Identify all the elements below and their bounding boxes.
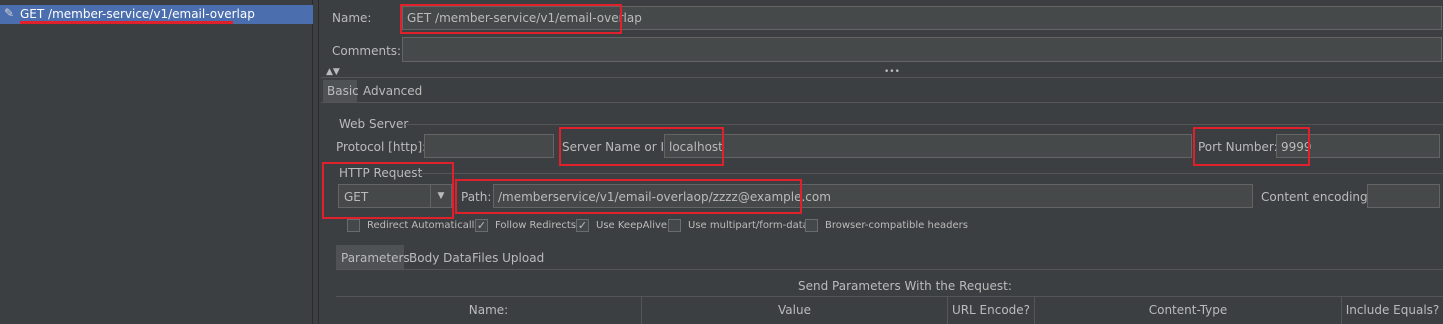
tab-files-upload[interactable]: Files Upload xyxy=(472,251,544,265)
browser-compatible-checkbox[interactable] xyxy=(805,219,818,232)
column-header-value[interactable]: Value xyxy=(642,297,948,324)
column-header-include-equals[interactable]: Include Equals? xyxy=(1342,297,1443,324)
annotation-box-name xyxy=(400,4,622,34)
protocol-input[interactable] xyxy=(424,134,554,158)
split-pane-divider[interactable] xyxy=(313,0,319,324)
params-caption: Send Parameters With the Request: xyxy=(798,279,1012,293)
redirect-automatically-checkbox[interactable] xyxy=(347,219,360,232)
name-label: Name: xyxy=(332,11,372,25)
tab-basic-label: Basic xyxy=(327,84,359,98)
annotation-box-port xyxy=(1193,127,1310,166)
use-keepalive-label: Use KeepAlive xyxy=(596,220,668,231)
annotation-underline xyxy=(20,21,233,24)
content-encoding-label: Content encoding: xyxy=(1261,190,1372,204)
follow-redirects-label: Follow Redirects xyxy=(495,220,576,231)
tab-separator xyxy=(321,102,1443,103)
tab-advanced[interactable]: Advanced xyxy=(363,84,422,98)
web-server-title: Web Server xyxy=(339,117,409,131)
tab-body-data[interactable]: Body Data xyxy=(409,251,472,265)
use-multipart-label: Use multipart/form-data xyxy=(688,220,809,231)
use-keepalive-checkbox[interactable]: ✓ xyxy=(576,219,589,232)
tree-item-label: GET /member-service/v1/email-overlap xyxy=(20,7,255,21)
annotation-box-server xyxy=(559,127,724,166)
collapse-arrows-icon[interactable]: ▲▼ xyxy=(326,67,340,77)
use-multipart-checkbox[interactable] xyxy=(668,219,681,232)
web-server-group-line xyxy=(405,124,1443,125)
drag-handle-icon[interactable]: ••• xyxy=(884,67,900,77)
annotation-box-path xyxy=(455,179,802,214)
http-request-group-line xyxy=(418,173,1443,174)
annotation-box-http-request xyxy=(322,162,454,219)
content-encoding-input[interactable] xyxy=(1367,184,1440,208)
param-tab-separator xyxy=(336,269,1443,270)
redirect-automatically-label: Redirect Automatically xyxy=(367,220,481,231)
tab-parameters-label: Parameters xyxy=(341,251,410,265)
comments-label: Comments: xyxy=(332,44,402,58)
pencil-icon: ✎ xyxy=(3,6,15,20)
column-header-content-type[interactable]: Content-Type xyxy=(1035,297,1342,324)
follow-redirects-checkbox[interactable]: ✓ xyxy=(475,219,488,232)
split-line xyxy=(321,77,1443,78)
column-header-url-encode[interactable]: URL Encode? xyxy=(948,297,1035,324)
column-header-name[interactable]: Name: xyxy=(336,297,642,324)
server-name-input[interactable] xyxy=(664,134,1192,158)
protocol-label: Protocol [http]: xyxy=(336,140,427,154)
test-plan-tree xyxy=(0,0,313,324)
comments-input[interactable] xyxy=(402,37,1442,62)
browser-compatible-label: Browser-compatible headers xyxy=(825,220,968,231)
